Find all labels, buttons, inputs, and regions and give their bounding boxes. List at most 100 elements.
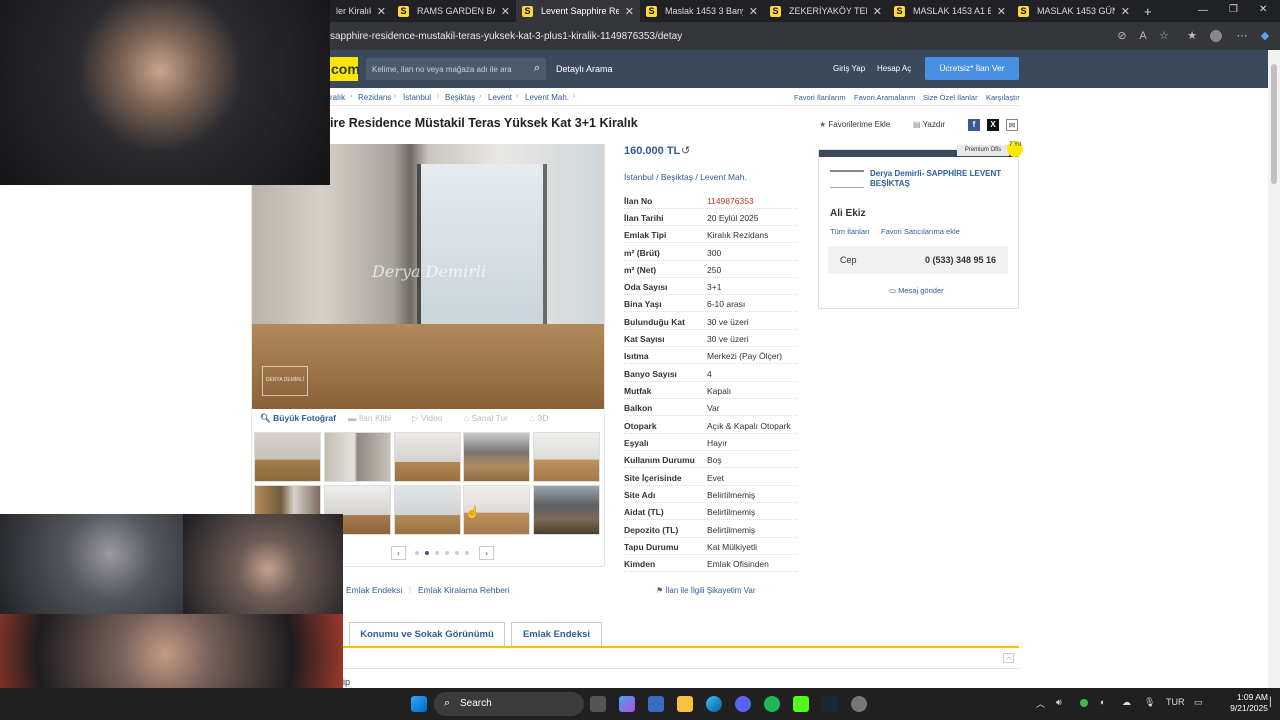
- large-photo-button[interactable]: 🔍︎ Büyük Fotoğraf: [260, 413, 336, 424]
- profile-avatar[interactable]: [1210, 30, 1222, 42]
- star-icon[interactable]: ☆: [1158, 30, 1170, 42]
- phone-number[interactable]: 0 (533) 348 95 16: [925, 255, 996, 265]
- collapse-icon[interactable]: ︿: [1003, 653, 1014, 663]
- tab-real-estate-index[interactable]: Emlak Endeksi: [511, 622, 602, 646]
- video-clip-button[interactable]: ▬ İlan Klibi: [348, 413, 391, 423]
- pager-dot-active[interactable]: [425, 551, 429, 555]
- close-icon[interactable]: ✕: [1121, 5, 1130, 18]
- close-icon[interactable]: ✕: [873, 5, 882, 18]
- report-listing-link[interactable]: ⚑ İlan ile İlgili Şikayetim Var: [656, 586, 756, 595]
- search-input[interactable]: [372, 62, 522, 76]
- seller-office-name[interactable]: Derya Demirli- SAPPHİRE LEVENT BEŞİKTAŞ: [870, 169, 1010, 189]
- breadcrumb-item[interactable]: ralık: [330, 93, 345, 102]
- read-aloud-icon[interactable]: A: [1137, 30, 1149, 42]
- pager-dot[interactable]: [435, 551, 439, 555]
- window-close-icon[interactable]: ✕: [1259, 4, 1267, 15]
- notification-icon[interactable]: ▏: [1270, 697, 1277, 708]
- microphone-tray-icon[interactable]: 🎙︎: [1144, 697, 1155, 708]
- virtual-tour-button[interactable]: ⌂ Sanal Tur: [464, 413, 508, 423]
- display-tray-icon[interactable]: ▭: [1194, 697, 1203, 708]
- discord-icon[interactable]: [735, 696, 751, 712]
- photo-thumbnail[interactable]: [394, 485, 461, 535]
- pager-dot[interactable]: [445, 551, 449, 555]
- listing-location[interactable]: İstanbul / Beşiktaş / Levent Mah.: [624, 172, 747, 182]
- url-text[interactable]: sapphire-residence-mustakil-teras-yuksek…: [330, 31, 682, 42]
- photo-thumbnail[interactable]: [394, 432, 461, 482]
- spotify-icon[interactable]: [764, 696, 780, 712]
- taskbar-clock[interactable]: 1:09 AM 9/21/2025: [1222, 692, 1268, 714]
- detailed-search-link[interactable]: Detaylı Arama: [556, 64, 613, 74]
- tracking-icon[interactable]: ⊘: [1116, 30, 1128, 42]
- register-link[interactable]: Hesap Aç: [877, 64, 911, 73]
- chevron-left-icon[interactable]: ‹: [391, 546, 406, 560]
- settings-app-icon[interactable]: [851, 696, 867, 712]
- browser-tab[interactable]: S MASLAK 1453 GÜNCEL ✕: [1012, 0, 1136, 22]
- store-icon[interactable]: [648, 696, 664, 712]
- browser-tab[interactable]: S ZEKERİYAKÖY TERRACE ✕: [764, 0, 888, 22]
- close-icon[interactable]: ✕: [377, 5, 386, 18]
- more-icon[interactable]: ⋯: [1236, 30, 1248, 42]
- close-icon[interactable]: ✕: [625, 5, 634, 18]
- print-button[interactable]: ▤ Yazdır: [913, 120, 945, 129]
- compare-link[interactable]: Karşılaştır: [986, 93, 1020, 102]
- restore-icon[interactable]: ❐: [1229, 4, 1238, 15]
- close-icon[interactable]: ✕: [997, 5, 1006, 18]
- language-indicator[interactable]: TUR: [1166, 697, 1185, 707]
- minimize-icon[interactable]: —: [1198, 5, 1208, 16]
- taskbar-search[interactable]: ⌕ Search: [434, 692, 584, 716]
- price-history-icon[interactable]: ↺: [681, 144, 690, 157]
- rental-guide-link[interactable]: Emlak Kiralama Rehberi: [418, 585, 510, 595]
- favorite-searches-link[interactable]: Favori Aramalarım: [854, 93, 915, 102]
- pager-dot[interactable]: [415, 551, 419, 555]
- email-share-icon[interactable]: ✉: [1006, 119, 1018, 131]
- scrollbar-thumb[interactable]: [1271, 64, 1277, 184]
- browser-tab-active[interactable]: S Levent Sapphire Reside ✕: [516, 0, 640, 22]
- photo-thumbnail[interactable]: [463, 432, 530, 482]
- edge-icon[interactable]: [706, 696, 722, 712]
- copilot-app-icon[interactable]: [619, 696, 635, 712]
- browser-tab[interactable]: S Maslak 1453 3 Banyo 2 ✕: [640, 0, 764, 22]
- pager-dot[interactable]: [465, 551, 469, 555]
- site-logo[interactable]: com: [330, 57, 360, 81]
- breadcrumb-item[interactable]: Rezidans: [358, 93, 391, 102]
- status-tray-icon[interactable]: [1080, 699, 1088, 707]
- favorite-seller-link[interactable]: Favori Satıcılarıma ekle: [881, 227, 960, 236]
- breadcrumb-item[interactable]: Beşiktaş: [445, 93, 475, 102]
- seller-logo[interactable]: [830, 170, 864, 188]
- send-message-link[interactable]: ▭ Mesaj gönder: [889, 286, 944, 295]
- copilot-icon[interactable]: ◆: [1259, 30, 1271, 42]
- real-estate-index-link[interactable]: Emlak Endeksi: [346, 585, 402, 595]
- all-listings-link[interactable]: Tüm İlanları: [830, 227, 870, 236]
- video-button[interactable]: ▷ Video: [412, 413, 443, 424]
- volume-tray-icon[interactable]: 🔊︎: [1056, 697, 1062, 708]
- task-view-icon[interactable]: [590, 696, 606, 712]
- favorite-listings-link[interactable]: Favori İlanlarım: [794, 93, 846, 102]
- breadcrumb-item[interactable]: Levent: [488, 93, 512, 102]
- photo-thumbnail[interactable]: [324, 432, 391, 482]
- chevron-right-icon[interactable]: ›: [479, 546, 494, 560]
- photo-thumbnail[interactable]: [254, 432, 321, 482]
- add-favorite-button[interactable]: ★ Favorilerime Ekle: [819, 120, 890, 129]
- windows-start-icon[interactable]: [411, 696, 427, 712]
- breadcrumb-item[interactable]: İstanbul: [403, 93, 431, 102]
- photo-thumbnail[interactable]: [533, 485, 600, 535]
- file-explorer-icon[interactable]: [677, 696, 693, 712]
- network-tray-icon[interactable]: ☁: [1122, 697, 1131, 708]
- vertical-scrollbar[interactable]: [1268, 50, 1280, 688]
- tab-location-street-view[interactable]: Konumu ve Sokak Görünümü: [349, 622, 505, 646]
- tray-chevron-icon[interactable]: ︿: [1036, 697, 1045, 710]
- photo-thumbnail[interactable]: [533, 432, 600, 482]
- breadcrumb-item[interactable]: Levent Mah.: [525, 93, 569, 102]
- pager-dot[interactable]: [455, 551, 459, 555]
- special-listings-link[interactable]: Size Özel İlanlar: [923, 93, 978, 102]
- new-tab-button[interactable]: +: [1138, 0, 1158, 22]
- favorites-icon[interactable]: ★: [1186, 30, 1198, 42]
- steam-icon[interactable]: [822, 696, 838, 712]
- search-box[interactable]: ⌕: [366, 58, 546, 80]
- browser-tab[interactable]: S MASLAK 1453 A1 BLOK ✕: [888, 0, 1012, 22]
- steam-tray-icon[interactable]: ◐: [1100, 697, 1105, 707]
- facebook-share-icon[interactable]: f: [968, 119, 980, 131]
- close-icon[interactable]: ✕: [749, 5, 758, 18]
- x-share-icon[interactable]: X: [987, 119, 999, 131]
- close-icon[interactable]: ✕: [501, 5, 510, 18]
